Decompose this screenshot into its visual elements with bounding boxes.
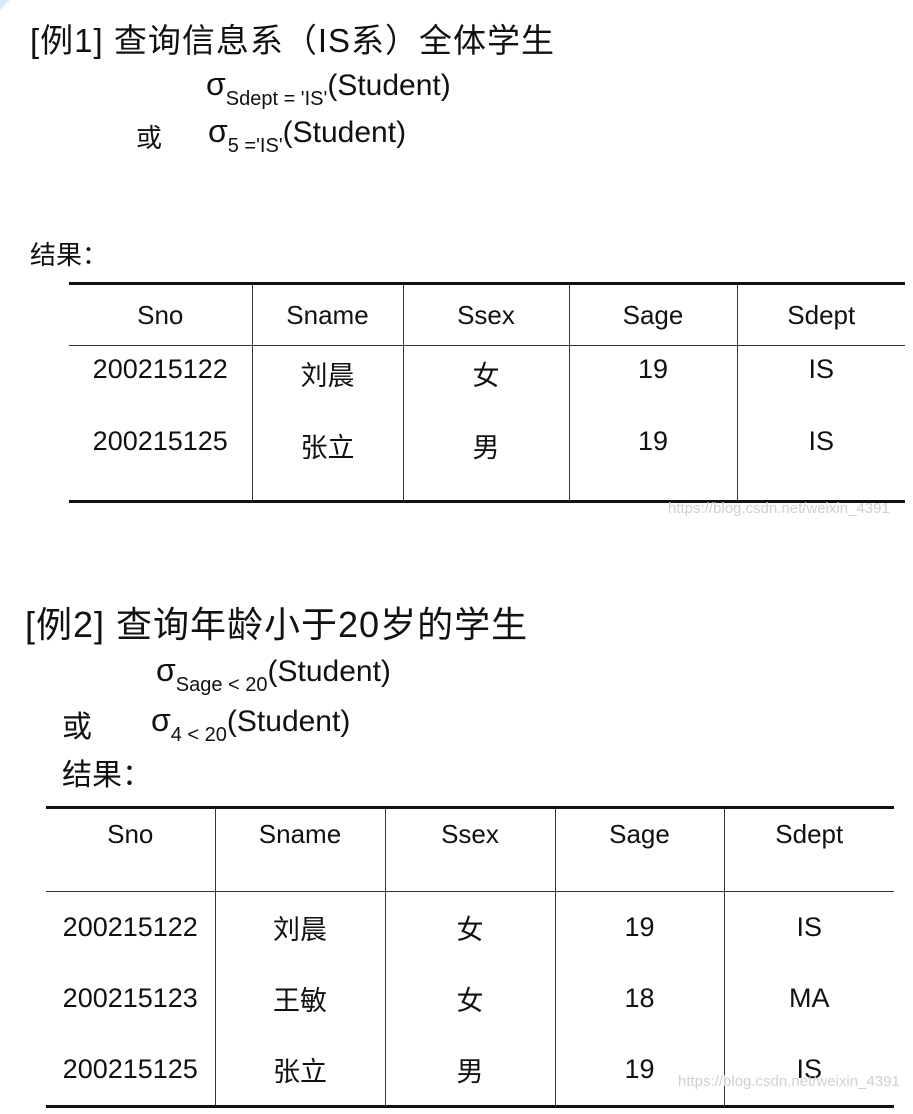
header-sname: Sname [251,283,403,346]
cell-sno: 200215122 [92,354,228,384]
selection-condition: 4 < 20 [170,724,227,746]
cell-sno: 200215125 [92,426,228,456]
relation-name: (Student) [226,705,351,738]
header-sdept: Sdept [736,283,905,346]
table-header-row: Sno Sname Ssex Sage Sdept [46,807,894,892]
sigma-symbol: σ [151,702,171,738]
example1-formula-1: σSdept = 'IS'(Student) [206,66,451,111]
header-ssex: Ssex [384,807,555,892]
header-sage: Sage [554,807,724,892]
header-sno: Sno [46,807,215,892]
header-sname: Sname [214,807,385,892]
cell-sdept: MA [723,963,894,1034]
example1-or-label: 或 [136,123,163,153]
table-row: 200215125 张立 男 19 IS [69,418,905,502]
cell-ssex: 女 [384,891,555,963]
header-ssex: Ssex [402,283,569,346]
relation-name: (Student) [327,69,451,102]
example2-result-label: 结果： [62,759,152,792]
example2-formula-1: σSage < 20(Student) [156,652,391,697]
cell-sage: 19 [554,891,724,963]
example1-watermark: https://blog.csdn.net/weixin_4391 [668,500,890,517]
corner-accent [0,0,10,10]
relation-name: (Student) [282,116,407,149]
table-header-row: Sno Sname Ssex Sage Sdept [69,283,905,346]
table-row: 200215122 刘晨 女 19 IS [46,891,894,963]
example1-result-table: Sno Sname Ssex Sage Sdept 200215122 刘晨 女… [69,282,905,503]
cell-ssex: 女 [384,963,555,1034]
example2-formula-2: σ4 < 20(Student) [151,702,350,747]
sigma-symbol: σ [156,652,176,688]
header-sage: Sage [568,283,737,346]
cell-sdept: IS [736,345,905,418]
example2-title: [例2] 查询年龄小于20岁的学生 [25,604,529,645]
example2-watermark: https://blog.csdn.net/weixin_4391 [678,1073,900,1090]
header-sno: Sno [69,283,252,346]
selection-condition: Sdept = 'IS' [225,88,328,110]
header-sdept: Sdept [723,807,894,892]
table-row: 200215125 张立 男 19 IS [46,1034,894,1107]
cell-sname: 刘晨 [214,891,385,963]
cell-sdept: IS [723,1034,894,1107]
cell-sage: 19 [568,418,737,502]
table-row: 200215123 王敏 女 18 MA [46,963,894,1034]
sigma-symbol: σ [208,113,228,149]
cell-sname: 张立 [251,418,403,502]
example1-formula-2: σ5 ='IS'(Student) [208,113,406,158]
cell-sdept: IS [723,891,894,963]
example1-result-label: 结果： [30,240,109,270]
example2-or-label: 或 [62,711,92,744]
cell-ssex: 男 [402,418,569,502]
sigma-symbol: σ [206,66,226,102]
cell-ssex: 女 [402,345,569,418]
example1-title: [例1] 查询信息系（IS系）全体学生 [30,22,556,59]
cell-sdept: IS [736,418,905,502]
cell-sname: 张立 [214,1034,385,1107]
example2-result-table: Sno Sname Ssex Sage Sdept 200215122 刘晨 女… [46,806,894,1108]
cell-sage: 19 [554,1034,724,1107]
selection-condition: Sage < 20 [175,674,268,696]
cell-sage: 18 [554,963,724,1034]
relation-name: (Student) [267,655,391,688]
selection-condition: 5 ='IS' [227,135,283,157]
cell-sno: 200215123 [62,983,198,1013]
cell-sage: 19 [568,345,737,418]
cell-ssex: 男 [384,1034,555,1107]
cell-sno: 200215122 [62,912,198,942]
cell-sname: 刘晨 [251,345,403,418]
cell-sname: 王敏 [214,963,385,1034]
cell-sno: 200215125 [62,1054,198,1084]
table-row: 200215122 刘晨 女 19 IS [69,345,905,418]
